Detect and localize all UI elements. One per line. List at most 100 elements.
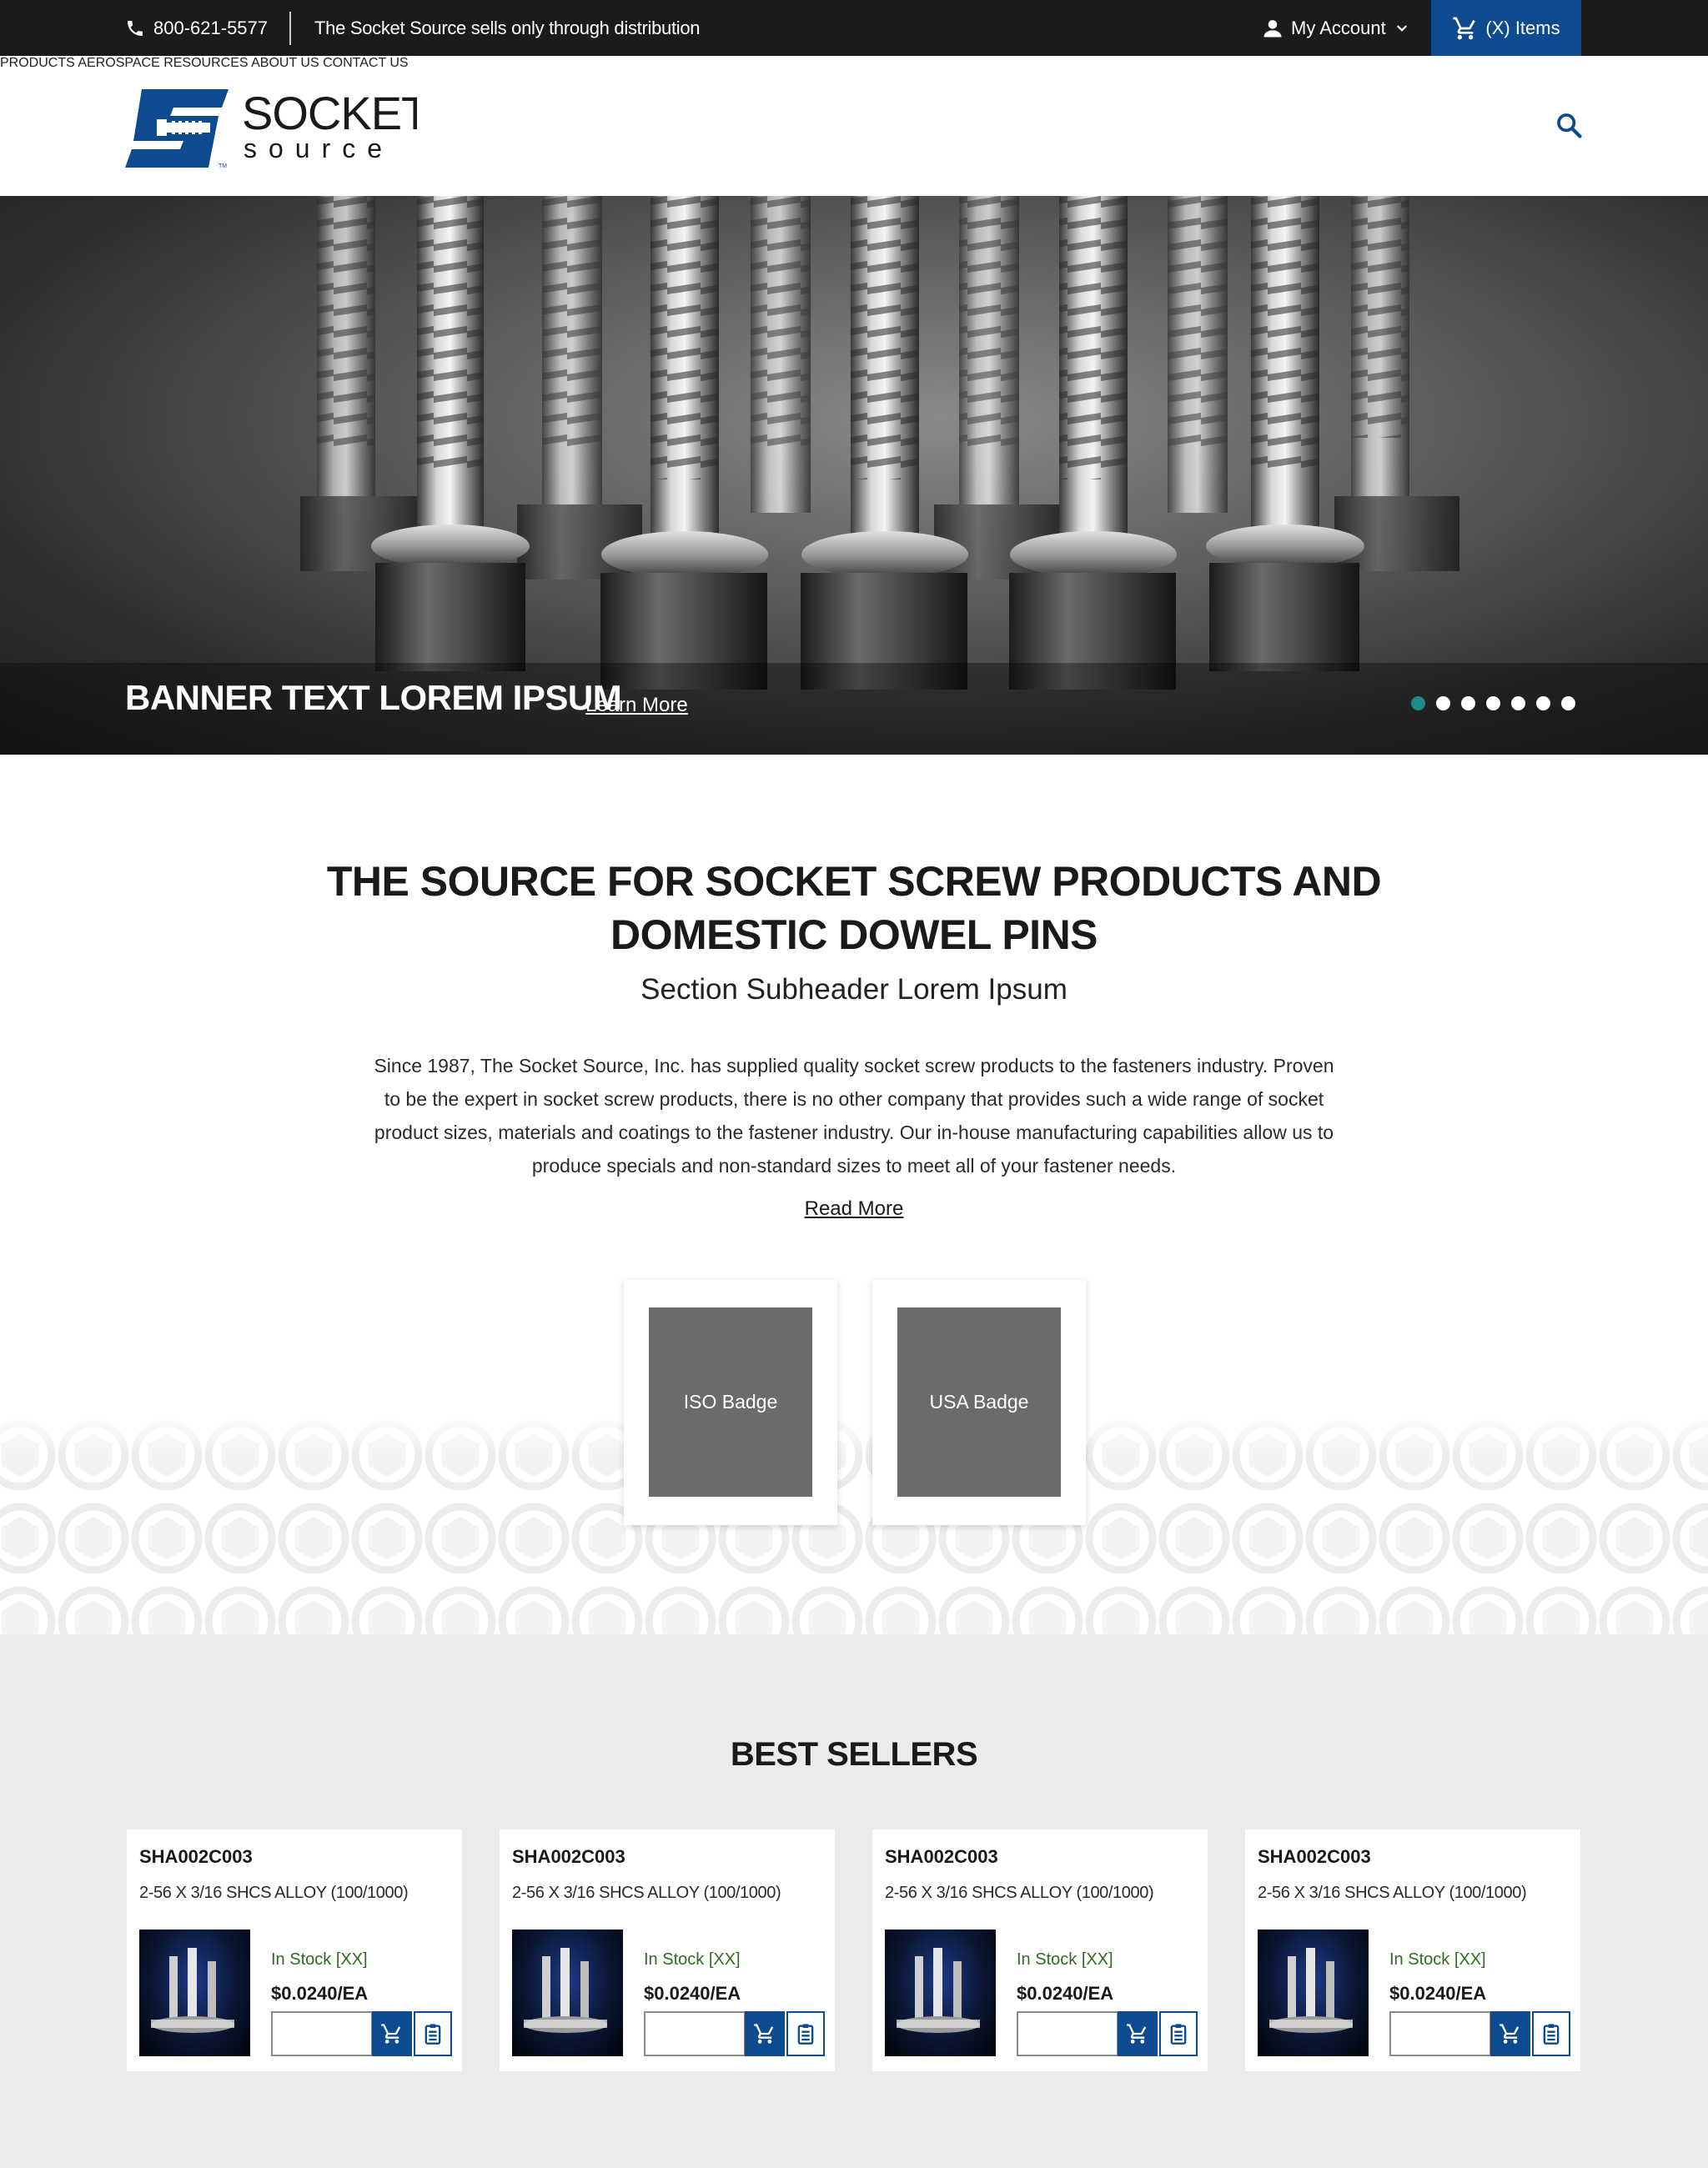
search-icon[interactable]	[1555, 111, 1583, 139]
about-body-line: produce specials and non-standard sizes …	[531, 1155, 1177, 1177]
nav-about-us[interactable]: ABOUT US	[251, 56, 319, 70]
usa-badge: USA Badge	[897, 1307, 1061, 1497]
add-to-cart-button[interactable]	[745, 2011, 785, 2056]
product-stock: In Stock [XX]	[1389, 1950, 1486, 1969]
add-to-list-button[interactable]	[1159, 2011, 1198, 2056]
about-body-line: product sizes, materials and coatings to…	[374, 1122, 1334, 1143]
nav-contact-us[interactable]: CONTACT US	[323, 56, 409, 70]
add-to-cart-button[interactable]	[1118, 2011, 1158, 2056]
about-subheader: Section Subheader Lorem Ipsum	[640, 973, 1068, 1006]
product-image[interactable]	[1258, 1930, 1369, 2056]
cart-count-label: (X) Items	[1485, 17, 1560, 38]
product-sku[interactable]: SHA002C003	[885, 1846, 998, 1868]
dowel-pins-image	[1269, 1948, 1353, 2033]
read-more-link[interactable]: Read More	[0, 1197, 1708, 1221]
product-description: 2-56 X 3/16 SHCS ALLOY (100/1000)	[885, 1884, 1154, 1902]
hero-banner: BANNER TEXT LOREM IPSUM Learn More	[0, 196, 1708, 755]
product-stock: In Stock [XX]	[271, 1950, 368, 1969]
socket-source-logo[interactable]: TM SOCKET source	[125, 86, 417, 169]
about-title-line-1: THE SOURCE FOR SOCKET SCREW PRODUCTS AND	[326, 858, 1382, 905]
phone-link[interactable]: 800-621-5577	[125, 0, 268, 56]
add-to-list-button[interactable]	[1532, 2011, 1570, 2056]
product-description: 2-56 X 3/16 SHCS ALLOY (100/1000)	[512, 1884, 781, 1902]
add-to-cart-button[interactable]	[1490, 2011, 1530, 2056]
product-sku[interactable]: SHA002C003	[512, 1846, 625, 1868]
logo-text-top: SOCKET	[242, 87, 417, 139]
hero-banner-text: BANNER TEXT LOREM IPSUM	[125, 678, 622, 717]
dowel-pins-image	[151, 1948, 234, 2033]
carousel-dot-2[interactable]	[1436, 696, 1450, 710]
add-to-cart-button[interactable]	[372, 2011, 412, 2056]
product-stock: In Stock [XX]	[1017, 1950, 1113, 1969]
logo-text-bottom: source	[244, 133, 394, 163]
product-stock: In Stock [XX]	[644, 1950, 741, 1969]
iso-badge-card: ISO Badge	[624, 1280, 837, 1525]
product-card[interactable]: SHA002C003 2-56 X 3/16 SHCS ALLOY (100/1…	[872, 1829, 1208, 2071]
usa-badge-card: USA Badge	[872, 1280, 1086, 1525]
phone-icon	[128, 20, 143, 36]
add-to-list-icon	[424, 2024, 441, 2045]
about-body: Since 1987, The Socket Source, Inc. has …	[370, 1049, 1338, 1182]
product-image[interactable]	[885, 1930, 996, 2056]
chevron-down-icon	[1396, 24, 1407, 32]
product-card[interactable]: SHA002C003 2-56 X 3/16 SHCS ALLOY (100/1…	[500, 1829, 835, 2071]
about-section: THE SOURCE FOR SOCKET SCREW PRODUCTS AND…	[0, 755, 1708, 1634]
product-price: $0.0240/EA	[1017, 1983, 1114, 2004]
cart-button[interactable]: (X) Items	[1431, 0, 1581, 56]
add-to-cart-icon	[1127, 2024, 1147, 2044]
product-price: $0.0240/EA	[644, 1983, 741, 2004]
add-to-list-icon	[797, 2024, 814, 2045]
carousel-dot-3[interactable]	[1461, 696, 1475, 710]
utility-bar: 800-621-5577 The Socket Source sells onl…	[0, 0, 1708, 56]
add-to-cart-icon	[1500, 2024, 1520, 2044]
carousel-dot-1[interactable]	[1411, 696, 1425, 710]
hero-screws-image	[0, 196, 1708, 755]
best-sellers-section: BEST SELLERS SHA002C003 2-56 X 3/16 SHCS…	[0, 1634, 1708, 2168]
dowel-pins-image	[524, 1948, 607, 2033]
nav-aerospace[interactable]: AEROSPACE	[78, 56, 159, 70]
carousel-dot-5[interactable]	[1511, 696, 1525, 710]
product-description: 2-56 X 3/16 SHCS ALLOY (100/1000)	[139, 1884, 409, 1902]
site-header: TM SOCKET source PRODUCTS AEROSPACE RESO…	[0, 56, 1708, 196]
cart-icon	[1453, 17, 1476, 39]
add-to-list-button[interactable]	[786, 2011, 825, 2056]
add-to-list-icon	[1170, 2024, 1187, 2045]
product-image[interactable]	[139, 1930, 250, 2056]
my-account-label: My Account	[1291, 17, 1386, 38]
best-sellers-title: BEST SELLERS	[730, 1736, 978, 1773]
svg-text:TM: TM	[219, 163, 227, 169]
product-price: $0.0240/EA	[1389, 1983, 1487, 2004]
product-card[interactable]: SHA002C003 2-56 X 3/16 SHCS ALLOY (100/1…	[1245, 1829, 1580, 2071]
carousel-dots	[1411, 696, 1575, 710]
add-to-cart-icon	[754, 2024, 774, 2044]
nav-products[interactable]: PRODUCTS	[0, 56, 75, 70]
about-body-line: to be the expert in socket screw product…	[384, 1088, 1324, 1110]
iso-badge: ISO Badge	[649, 1307, 812, 1497]
product-card[interactable]: SHA002C003 2-56 X 3/16 SHCS ALLOY (100/1…	[127, 1829, 462, 2071]
product-image[interactable]	[512, 1930, 623, 2056]
dowel-pins-image	[897, 1948, 980, 2033]
quantity-input[interactable]	[644, 2011, 746, 2056]
product-sku[interactable]: SHA002C003	[139, 1846, 253, 1868]
hero-learn-more-link[interactable]: Learn More	[585, 694, 688, 717]
carousel-dot-6[interactable]	[1536, 696, 1550, 710]
carousel-dot-4[interactable]	[1486, 696, 1500, 710]
my-account-menu[interactable]: My Account	[1261, 0, 1409, 56]
about-title: THE SOURCE FOR SOCKET SCREW PRODUCTS AND…	[270, 855, 1438, 961]
quantity-input[interactable]	[1389, 2011, 1491, 2056]
add-to-list-button[interactable]	[414, 2011, 452, 2056]
quantity-input[interactable]	[1017, 2011, 1118, 2056]
about-title-line-2: DOMESTIC DOWEL PINS	[610, 911, 1098, 958]
about-body-line: Since 1987, The Socket Source, Inc. has …	[374, 1055, 1334, 1076]
distribution-notice: The Socket Source sells only through dis…	[314, 17, 701, 38]
quantity-input[interactable]	[271, 2011, 373, 2056]
carousel-dot-7[interactable]	[1561, 696, 1575, 710]
product-price: $0.0240/EA	[271, 1983, 369, 2004]
add-to-cart-icon	[381, 2024, 401, 2044]
product-sku[interactable]: SHA002C003	[1258, 1846, 1371, 1868]
product-description: 2-56 X 3/16 SHCS ALLOY (100/1000)	[1258, 1884, 1527, 1902]
user-icon	[1263, 19, 1282, 37]
hex-socket-pattern	[0, 1413, 1708, 1634]
nav-resources[interactable]: RESOURCES	[163, 56, 248, 70]
phone-number: 800-621-5577	[153, 17, 269, 38]
